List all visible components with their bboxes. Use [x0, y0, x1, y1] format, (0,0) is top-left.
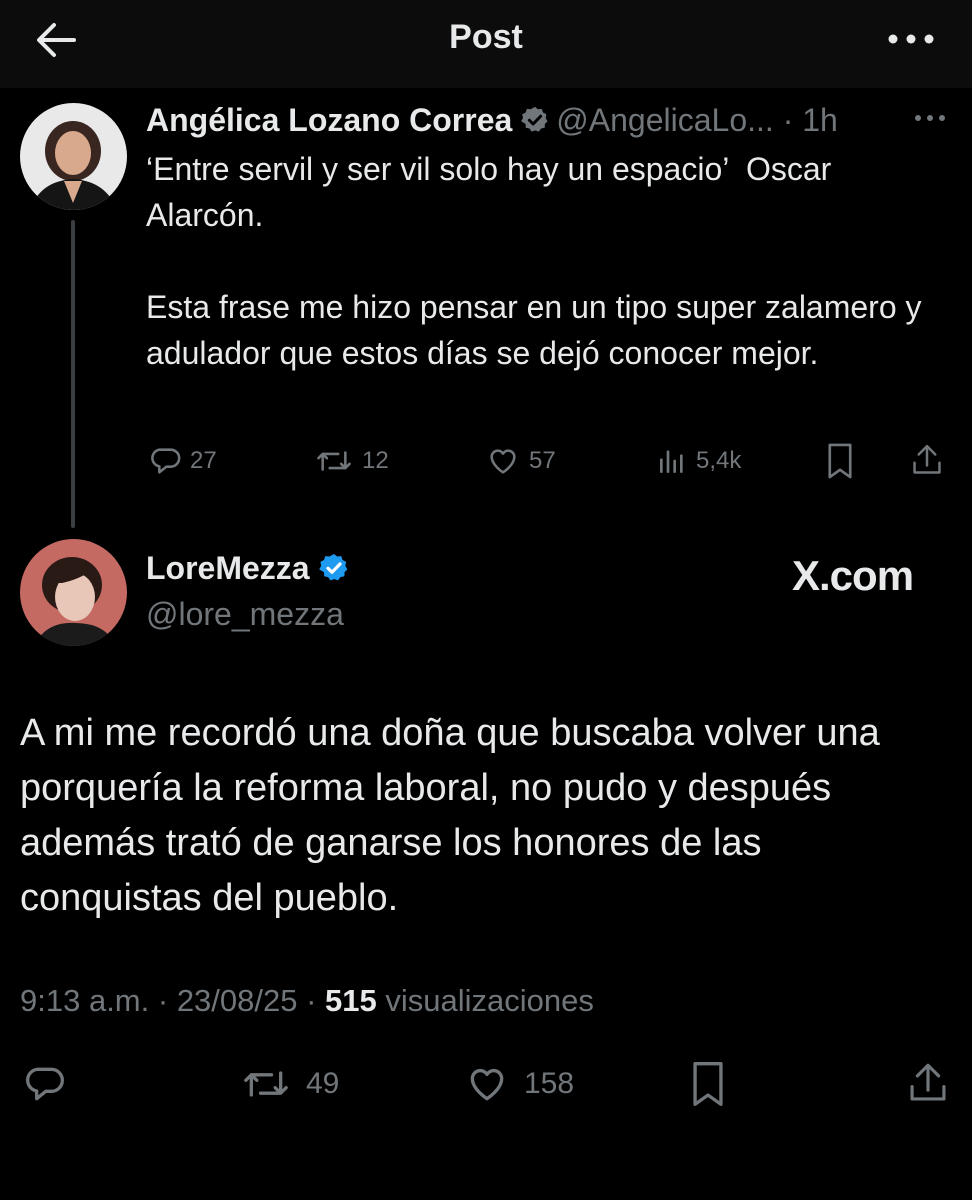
- like-count: 158: [524, 1067, 575, 1100]
- views-icon: [660, 450, 683, 473]
- quoted-post-text: ‘Entre servil y ser vil solo hay un espa…: [146, 151, 922, 371]
- post-meta: 9:13 a.m. · 23/08/25 · 515 visualizacion…: [20, 983, 594, 1019]
- repost-button[interactable]: 12: [314, 444, 389, 478]
- share-button[interactable]: [906, 1060, 950, 1106]
- repost-icon: [244, 1071, 288, 1097]
- bookmark-icon: [828, 443, 852, 479]
- quoted-more-button[interactable]: [913, 106, 947, 130]
- page-title: Post: [449, 18, 523, 56]
- separator-dot: ·: [306, 983, 326, 1018]
- bookmark-icon: [693, 1062, 723, 1106]
- like-icon: [470, 1069, 504, 1101]
- reply-author-row: LoreMezza: [146, 550, 356, 590]
- post-date[interactable]: 23/08/25: [177, 983, 298, 1018]
- post-time[interactable]: 9:13 a.m.: [20, 983, 149, 1018]
- repost-icon: [317, 451, 351, 471]
- share-icon: [910, 1063, 946, 1101]
- top-bar: Post: [0, 0, 972, 88]
- like-count: 57: [529, 447, 556, 474]
- views-count: 5,4k: [696, 447, 742, 474]
- author-name[interactable]: Angélica Lozano Correa: [146, 102, 512, 138]
- author-handle[interactable]: @AngelicaLo...: [556, 102, 774, 138]
- post-time[interactable]: 1h: [802, 102, 838, 138]
- repost-count: 12: [362, 447, 389, 474]
- reply-actions: 49 158: [0, 1060, 972, 1110]
- separator-dot: ·: [773, 102, 803, 138]
- reply-post-text: A mi me recordó una doña que buscaba vol…: [20, 712, 880, 919]
- verified-icon: [521, 106, 548, 132]
- views-button[interactable]: 5,4k: [656, 444, 741, 478]
- bookmark-button[interactable]: [825, 442, 855, 480]
- verified-icon: [318, 553, 347, 580]
- share-icon: [913, 444, 941, 474]
- more-icon: [888, 34, 934, 44]
- quoted-post-header: Angélica Lozano Correa @AngelicaLo... · 1…: [146, 98, 838, 142]
- share-button[interactable]: [910, 442, 944, 478]
- reply-count: 27: [190, 447, 217, 474]
- like-icon: [490, 449, 516, 474]
- quoted-actions: 27 12 57 5,4k: [0, 440, 972, 484]
- avatar-loremezza[interactable]: [20, 539, 127, 646]
- more-options-button[interactable]: [886, 26, 936, 52]
- author-name[interactable]: LoreMezza: [146, 550, 310, 586]
- repost-count: 49: [306, 1067, 340, 1100]
- like-button[interactable]: 158: [464, 1062, 574, 1106]
- views-count: 515: [325, 983, 377, 1018]
- reply-icon: [151, 448, 181, 474]
- views-label: visualizaciones: [385, 983, 594, 1018]
- reply-icon: [26, 1067, 64, 1101]
- separator-dot: ·: [157, 983, 177, 1018]
- like-button[interactable]: 57: [485, 444, 556, 478]
- more-icon: [915, 115, 945, 121]
- reply-button[interactable]: [22, 1062, 66, 1106]
- avatar-angelica[interactable]: [20, 103, 127, 210]
- repost-button[interactable]: 49: [240, 1062, 339, 1106]
- bookmark-button[interactable]: [689, 1060, 727, 1108]
- author-handle[interactable]: @lore_mezza: [146, 596, 344, 633]
- reply-button[interactable]: 27: [148, 444, 217, 478]
- brand-watermark: X.com: [792, 552, 914, 599]
